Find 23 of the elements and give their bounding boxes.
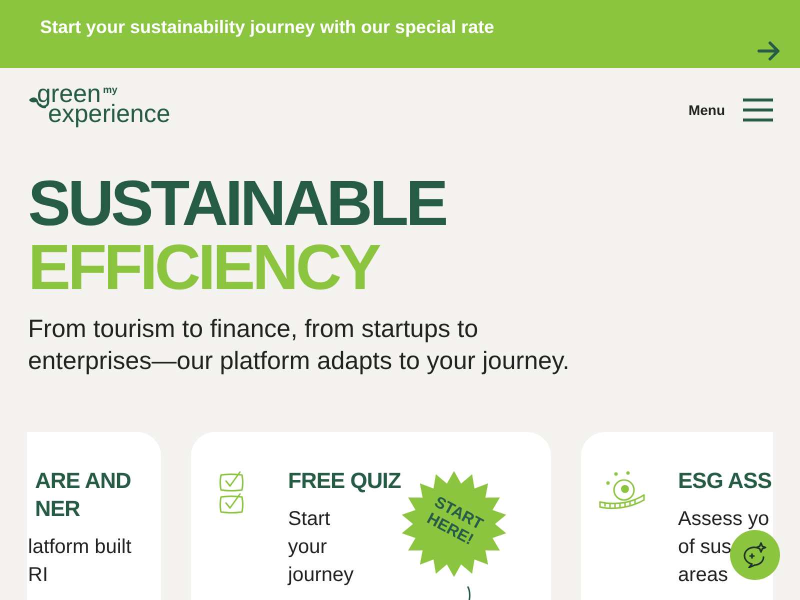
arrow-right-icon[interactable] [757,41,781,61]
card-title: ESG ASS [678,467,772,495]
card-text: Assess yo [678,507,770,532]
card-text: journey [288,563,354,588]
hero-title: EFFICIENCY [28,235,378,299]
card-title: ARE AND [35,467,131,495]
card-text: areas [678,563,728,588]
card-text: of sus [678,535,732,560]
promo-text: Start your sustainability journey with our special rate [40,16,494,38]
card-text: your [288,535,327,560]
card-text: Start [288,507,330,532]
hero-subtitle: From tourism to finance, from startups to enterprises—our platform adapts to your journey. [28,314,570,377]
chat-sparkle-icon [742,542,768,568]
card-title: FREE QUIZ [288,467,401,495]
menu-link[interactable]: Menu [688,101,725,119]
hero-title: SUSTAINABLE [28,171,446,235]
logo-word: my [102,86,118,96]
card-text: latform built [28,535,132,560]
tape-measure-icon [598,471,646,511]
card-title: NER [35,495,80,523]
menu-icon[interactable] [743,98,773,122]
doodle-line [466,586,472,600]
card-text: RI [28,563,48,588]
